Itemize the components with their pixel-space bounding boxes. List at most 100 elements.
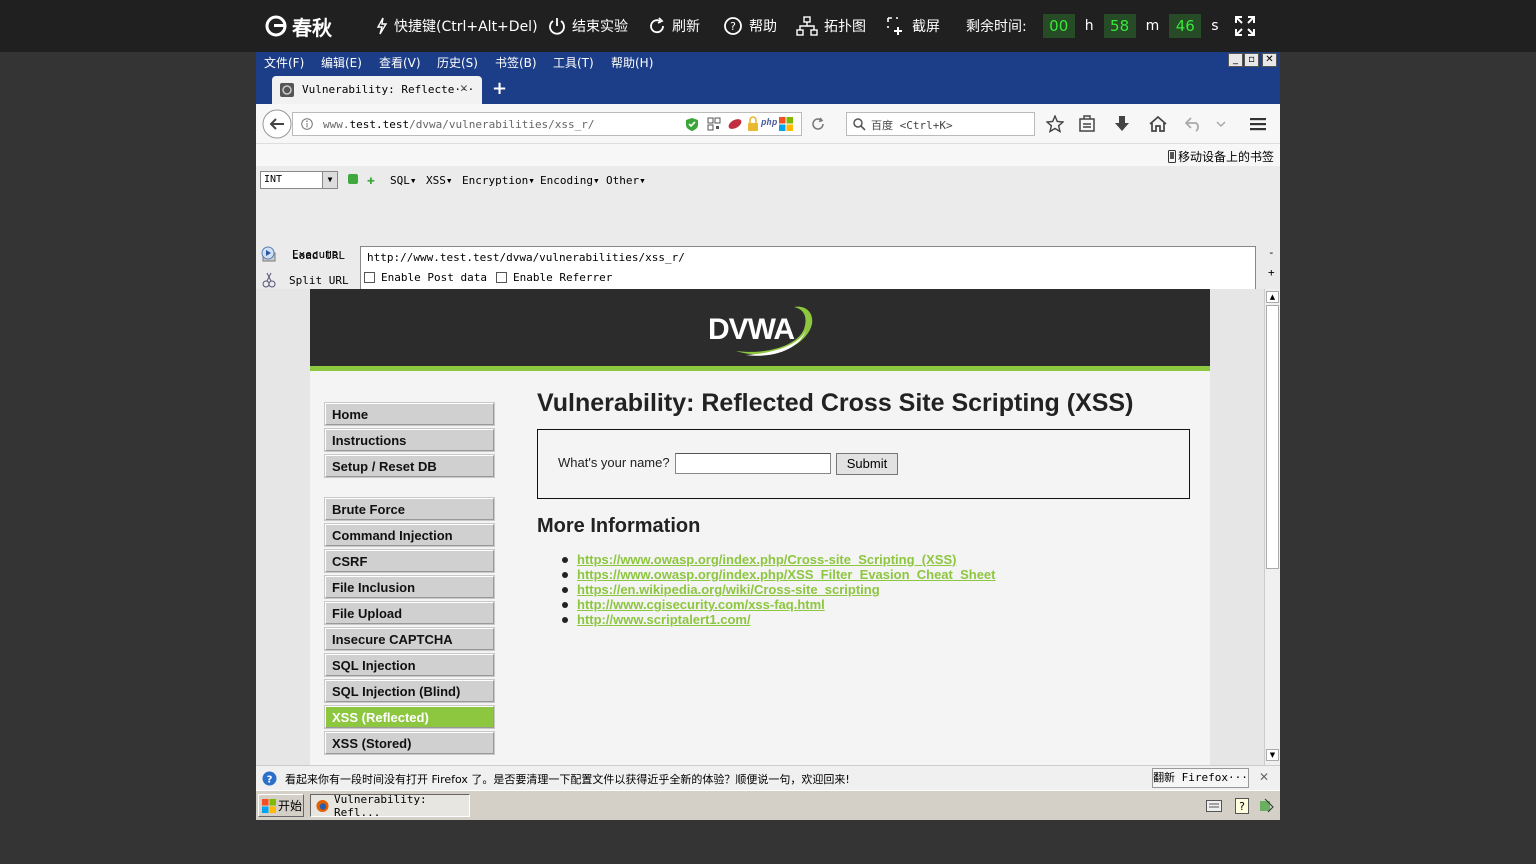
notification-close-icon[interactable]: ✕ xyxy=(1259,770,1269,784)
hamburger-menu-icon[interactable] xyxy=(1249,116,1267,132)
refresh-button[interactable]: 刷新 xyxy=(648,0,700,52)
windows-icon[interactable] xyxy=(779,117,793,131)
tab-title: Vulnerability: Reflecte··· xyxy=(302,83,475,96)
restore-button[interactable]: ▫ xyxy=(1244,53,1259,67)
owasp-xss-link[interactable]: https://www.owasp.org/index.php/Cross-si… xyxy=(577,552,996,567)
reload-icon[interactable] xyxy=(811,117,825,131)
url-path: /dvwa/vulnerabilities/xss_r/ xyxy=(409,118,595,131)
tab-close-icon[interactable]: ✕ xyxy=(460,81,468,96)
taskbar-firefox-item[interactable]: Vulnerability: Refl... xyxy=(310,793,470,819)
hackbar-menu-xss[interactable]: XSS▾ xyxy=(426,174,453,187)
nav-sql-injection-blind[interactable]: SQL Injection (Blind) xyxy=(324,679,495,703)
more-info-links: https://www.owasp.org/index.php/Cross-si… xyxy=(562,552,996,627)
navigation-toolbar: www.test.test/dvwa/vulnerabilities/xss_r… xyxy=(256,104,1280,144)
hackbar-addon-icon[interactable] xyxy=(727,117,743,131)
increase-icon[interactable]: ✚ xyxy=(367,173,375,188)
bookmark-star-icon[interactable] xyxy=(1046,115,1064,133)
help-tray-icon[interactable]: ? xyxy=(1235,798,1249,814)
network-tray-icon[interactable] xyxy=(1259,798,1275,814)
menu-help[interactable]: 帮助(H) xyxy=(611,54,653,71)
menu-history[interactable]: 历史(S) xyxy=(437,54,478,71)
hackbar-menu-encryption[interactable]: Encryption▾ xyxy=(462,174,535,187)
enable-referrer-option[interactable]: Enable Referrer xyxy=(496,271,612,284)
enable-post-checkbox[interactable] xyxy=(364,272,375,283)
scriptalert1-link[interactable]: http://www.scriptalert1.com/ xyxy=(577,612,996,627)
split-url-button[interactable]: Split URL xyxy=(289,274,349,287)
screenshot-button[interactable]: 截屏 xyxy=(886,0,940,52)
scroll-down-icon[interactable]: ▼ xyxy=(1266,749,1279,761)
hackbar-menu-encoding[interactable]: Encoding▾ xyxy=(540,174,600,187)
hackbar-shrink[interactable]: - xyxy=(1268,246,1275,259)
refresh-firefox-button[interactable]: 翻新 Firefox··· xyxy=(1152,768,1249,788)
end-lab-button[interactable]: 结束实验 xyxy=(548,0,628,52)
nav-command-injection[interactable]: Command Injection xyxy=(324,523,495,547)
scroll-thumb[interactable] xyxy=(1266,305,1279,569)
split-url-icon xyxy=(262,272,276,288)
url-bar[interactable]: www.test.test/dvwa/vulnerabilities/xss_r… xyxy=(292,112,824,136)
menu-edit[interactable]: 编辑(E) xyxy=(321,54,362,71)
wikipedia-xss-link[interactable]: https://en.wikipedia.org/wiki/Cross-site… xyxy=(577,582,996,597)
menu-view[interactable]: 查看(V) xyxy=(379,54,421,71)
nav-file-upload[interactable]: File Upload xyxy=(324,601,495,625)
fullscreen-button[interactable] xyxy=(1235,0,1255,52)
close-window-button[interactable]: ✕ xyxy=(1262,53,1277,67)
nav-csrf[interactable]: CSRF xyxy=(324,549,495,573)
nav-brute-force[interactable]: Brute Force xyxy=(324,497,495,521)
enable-post-option[interactable]: Enable Post data xyxy=(364,271,487,284)
vertical-scrollbar[interactable]: ▲ ▼ xyxy=(1264,289,1280,765)
menu-tools[interactable]: 工具(T) xyxy=(553,54,594,71)
shortcut-button[interactable]: 快捷键(Ctrl+Alt+Del) xyxy=(376,0,538,52)
download-icon[interactable] xyxy=(1114,115,1130,133)
execute-button[interactable]: Execute xyxy=(292,248,338,261)
reading-list-icon[interactable] xyxy=(1078,115,1096,133)
lab-toolbar: 春秋 快捷键(Ctrl+Alt+Del) 结束实验 刷新 ? 帮助 拓扑图 截屏… xyxy=(0,0,1536,52)
select-dropdown-icon[interactable]: ▼ xyxy=(322,172,337,188)
minimize-button[interactable]: _ xyxy=(1228,53,1243,67)
qrcode-icon[interactable] xyxy=(707,117,721,131)
nav-xss-stored[interactable]: XSS (Stored) xyxy=(324,731,495,755)
keyboard-icon[interactable] xyxy=(1206,800,1222,812)
mobile-bookmarks-label: 移动设备上的书签 xyxy=(1178,150,1275,164)
name-input[interactable] xyxy=(675,453,831,474)
back-button-icon[interactable] xyxy=(262,109,292,139)
new-tab-button[interactable]: + xyxy=(492,78,507,99)
tab-dvwa[interactable]: Vulnerability: Reflecte··· ✕ xyxy=(272,76,482,104)
topology-button[interactable]: 拓扑图 xyxy=(796,0,866,52)
home-icon[interactable] xyxy=(1149,115,1167,133)
hackbar-expand[interactable]: + xyxy=(1268,266,1275,279)
mobile-bookmarks[interactable]: 移动设备上的书签 xyxy=(1168,148,1274,165)
cgisecurity-link[interactable]: http://www.cgisecurity.com/xss-faq.html xyxy=(577,597,996,612)
help-label: 帮助 xyxy=(749,19,777,35)
owasp-filter-evasion-link[interactable]: https://www.owasp.org/index.php/XSS_Filt… xyxy=(577,567,996,582)
shield-icon[interactable] xyxy=(685,117,699,132)
menu-bookmarks[interactable]: 书签(B) xyxy=(495,54,537,71)
page-viewport: DVWA Home Instructions Setup / Reset DB … xyxy=(256,289,1264,765)
nav-xss-reflected[interactable]: XSS (Reflected) xyxy=(324,705,495,729)
power-icon xyxy=(549,18,565,35)
topology-icon xyxy=(796,16,818,36)
nav-instructions[interactable]: Instructions xyxy=(324,428,495,452)
php-icon[interactable]: php xyxy=(761,118,777,128)
undo-icon[interactable] xyxy=(1185,116,1203,132)
nav-setup-reset-db[interactable]: Setup / Reset DB xyxy=(324,454,495,478)
menu-file[interactable]: 文件(F) xyxy=(264,54,304,71)
submit-button[interactable]: Submit xyxy=(836,453,898,475)
hackbar-select[interactable]: INT ▼ xyxy=(260,171,338,189)
nav-insecure-captcha[interactable]: Insecure CAPTCHA xyxy=(324,627,495,651)
decrease-icon[interactable] xyxy=(348,174,358,184)
enable-referrer-checkbox[interactable] xyxy=(496,272,507,283)
lock-icon[interactable] xyxy=(747,116,759,132)
start-button[interactable]: 开始 xyxy=(258,794,304,817)
undo-dropdown-icon[interactable] xyxy=(1216,120,1226,128)
nav-file-inclusion[interactable]: File Inclusion xyxy=(324,575,495,599)
hackbar-menu-sql[interactable]: SQL▾ xyxy=(390,174,417,187)
help-button[interactable]: ? 帮助 xyxy=(723,0,777,52)
nav-home[interactable]: Home xyxy=(324,402,495,426)
search-input[interactable]: 百度 <Ctrl+K> xyxy=(846,112,1035,136)
list-item: https://www.owasp.org/index.php/Cross-si… xyxy=(562,552,996,567)
info-icon[interactable] xyxy=(301,118,313,130)
hackbar-menu-other[interactable]: Other▾ xyxy=(606,174,646,187)
nav-sql-injection[interactable]: SQL Injection xyxy=(324,653,495,677)
scroll-up-icon[interactable]: ▲ xyxy=(1266,291,1279,303)
dvwa-logo[interactable]: DVWA xyxy=(706,299,816,359)
